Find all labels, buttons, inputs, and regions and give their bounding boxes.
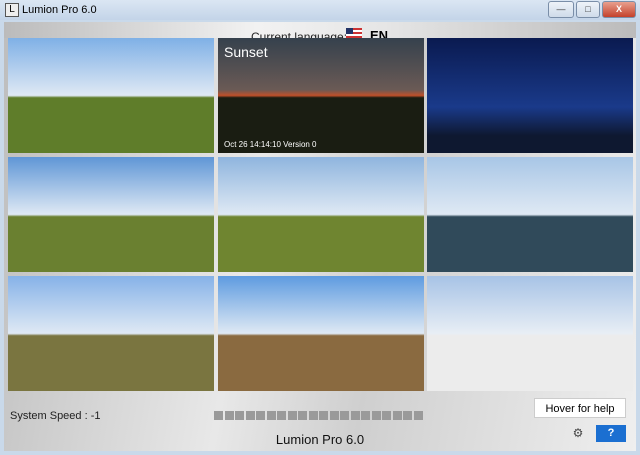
window-title: Lumion Pro 6.0 [22, 4, 97, 16]
us-flag-icon[interactable] [346, 28, 362, 38]
speed-bar [214, 411, 423, 420]
scene-tile[interactable] [8, 38, 214, 153]
speed-block [266, 411, 276, 420]
scene-tile[interactable]: Sunset Oct 26 14:14:10 Version 0 [218, 38, 424, 153]
scene-date: Oct 26 14:14:10 Version 0 [224, 140, 317, 149]
speed-block [319, 411, 328, 420]
maximize-button[interactable]: □ [576, 1, 600, 18]
speed-block [392, 411, 402, 420]
scene-tile[interactable] [427, 276, 633, 391]
speed-block [350, 411, 360, 420]
scene-name: Sunset [224, 44, 268, 60]
speed-block [361, 411, 370, 420]
speed-block [329, 411, 339, 420]
speed-block [298, 411, 307, 420]
scene-tile[interactable] [427, 157, 633, 272]
scene-tile[interactable] [8, 157, 214, 272]
close-button[interactable]: X [602, 1, 636, 18]
speed-block [256, 411, 265, 420]
speed-block [287, 411, 297, 420]
scene-tile[interactable] [427, 38, 633, 153]
speed-block [413, 411, 423, 420]
minimize-button[interactable]: — [548, 1, 574, 18]
launcher-window: Current language: EN Sunset Oct 26 14:14:… [4, 22, 636, 451]
footer-title: Lumion Pro 6.0 [275, 432, 365, 447]
speed-block [224, 411, 234, 420]
speed-block [403, 411, 412, 420]
scene-tile[interactable] [218, 157, 424, 272]
speed-block [371, 411, 381, 420]
hover-for-help: Hover for help [534, 398, 626, 418]
speed-block [340, 411, 349, 420]
speed-block [214, 411, 223, 420]
speed-block [382, 411, 391, 420]
top-bar: Current language: EN [4, 22, 636, 44]
scene-tile[interactable] [8, 276, 214, 391]
title-bar: L Lumion Pro 6.0 — □ X [0, 0, 640, 20]
app-icon: L [5, 3, 19, 17]
speed-block [245, 411, 255, 420]
scene-tile[interactable] [218, 276, 424, 391]
speed-block [277, 411, 286, 420]
speed-block [308, 411, 318, 420]
system-speed: System Speed : -1 [10, 410, 101, 422]
speed-block [235, 411, 244, 420]
